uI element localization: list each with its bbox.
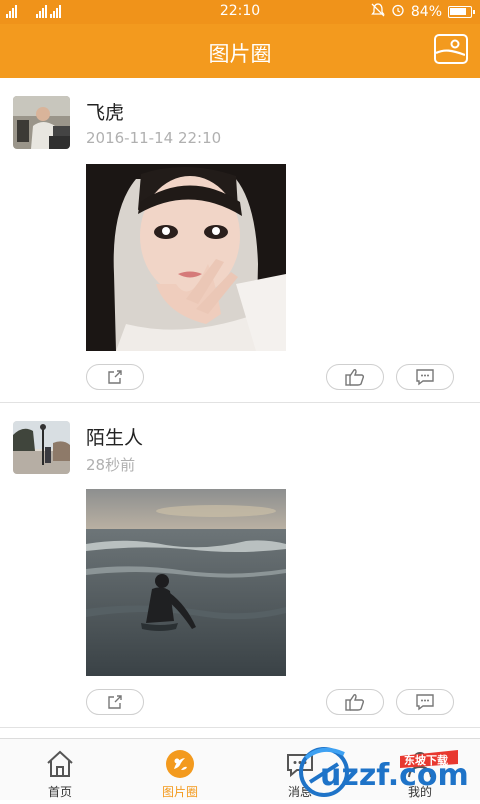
share-button[interactable] [86,364,144,390]
share-button[interactable] [86,689,144,715]
alarm-icon [391,3,405,21]
tab-label: 图片圈 [161,785,198,799]
watermark-tag: 东坡下载 [404,753,448,767]
battery-icon [448,6,475,18]
like-button[interactable] [326,689,384,715]
post-time: 28秒前 [86,456,136,474]
title-bar: 图片圈 [0,24,480,78]
battery-level [450,8,466,15]
tab-home[interactable]: 首页 [0,739,120,801]
avatar[interactable] [13,421,70,474]
post-author[interactable]: 陌生人 [86,423,143,450]
thumbs-up-icon [345,694,365,711]
feed[interactable]: 飞虎 2016-11-14 22:10 陌生人 28秒前 [0,78,480,738]
feed-post: 飞虎 2016-11-14 22:10 [0,78,480,402]
comment-icon [416,369,434,386]
post-photo[interactable] [86,164,286,351]
comment-button[interactable] [396,364,454,390]
comment-button[interactable] [396,689,454,715]
post-author[interactable]: 飞虎 [86,98,124,125]
page-title: 图片圈 [208,42,272,66]
share-icon [108,370,122,384]
post-photo[interactable] [86,489,286,676]
photo-circle-icon [165,749,195,779]
thumbs-up-icon [345,369,365,386]
avatar[interactable] [13,96,70,149]
like-button[interactable] [326,364,384,390]
status-bar: 22:10 84% [0,0,480,24]
divider [0,727,480,728]
share-icon [108,695,122,709]
image-icon [435,39,466,57]
mute-bell-icon [371,3,385,21]
post-time: 2016-11-14 22:10 [86,129,222,147]
tab-photo-circle[interactable]: 图片圈 [120,739,240,801]
feed-post: 陌生人 28秒前 [0,403,480,727]
home-icon [45,749,75,779]
tab-label: 首页 [47,785,72,799]
comment-icon [416,694,434,711]
watermark-logo: uzzf.com 东坡下载 [282,738,480,800]
post-photo-button[interactable] [434,34,468,64]
battery-percent: 84% [410,4,442,20]
